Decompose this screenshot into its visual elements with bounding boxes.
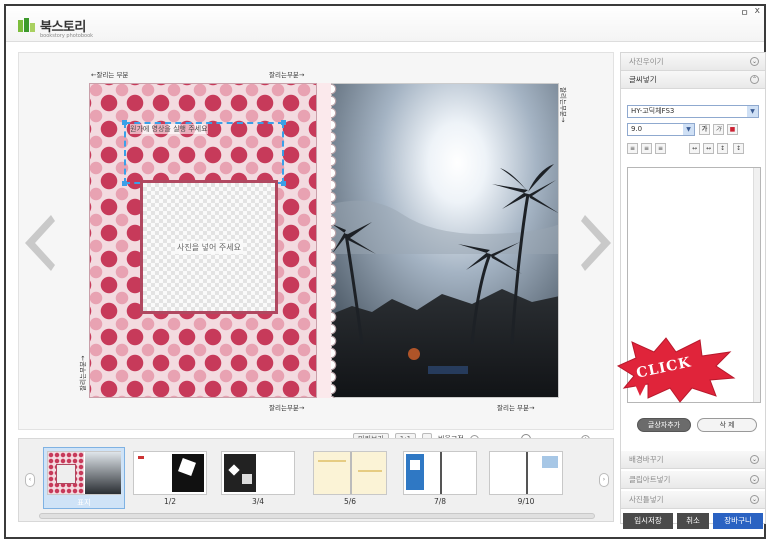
text-color-button[interactable]: ■: [727, 124, 738, 135]
delete-button[interactable]: 삭 제: [697, 418, 757, 432]
section-frame[interactable]: 사진틀넣기 ⌄: [621, 491, 765, 509]
thumbnail-label: 7/8: [433, 497, 447, 506]
line-height-increase-icon[interactable]: ↕: [733, 143, 744, 154]
section-label: 배경바꾸기: [629, 455, 664, 464]
right-page[interactable]: [331, 83, 559, 398]
logo-icon: [18, 17, 36, 34]
temp-save-button[interactable]: 임시저장: [623, 513, 673, 529]
section-label: 글씨넣기: [629, 75, 657, 84]
strip-prev-icon[interactable]: ‹: [25, 473, 35, 487]
thumbnail-label: 5/6: [343, 497, 357, 506]
expand-icon[interactable]: ⌄: [750, 57, 759, 66]
letter-spacing-increase-icon[interactable]: ↔: [703, 143, 714, 154]
section-label: 사진틀넣기: [629, 495, 664, 504]
cut-line-label: 잘리는부분→: [269, 404, 305, 412]
tool-panel: 사진우이기 ⌄ 글씨넣기 ⌃ HY-고딕체FS3 ▼ 9.0 ▼ 가 가 ■ ≡…: [620, 52, 766, 529]
bold-button[interactable]: 가: [699, 124, 710, 135]
thumbnail-strip: ‹ › 표지 1/2 3/4 5/6 7/8 9/10: [18, 438, 614, 522]
thumbnail-label: 9/10: [517, 497, 535, 506]
expand-icon[interactable]: ⌄: [750, 455, 759, 464]
text-box-hint: 원가에 영상을 실행 주세요: [130, 124, 208, 134]
cut-line-label: 잘리는부분→: [559, 87, 567, 123]
logo: 북스토리 bookstory photobook: [18, 16, 93, 39]
thumbnail-page-1-2[interactable]: [133, 451, 207, 495]
collapse-icon[interactable]: ⌃: [750, 75, 759, 84]
strip-next-icon[interactable]: ›: [599, 473, 609, 487]
section-label: 클립아트넣기: [629, 475, 671, 484]
letter-spacing-decrease-icon[interactable]: ↔: [689, 143, 700, 154]
editor-stage: ←잘리는 부분 잘리는부분→ 잘리는부분→ 잘리는 부분→ 잘리는부분→ 잘리는…: [18, 52, 614, 445]
thumbnail-scrollbar[interactable]: [39, 513, 595, 519]
page-scallop-edge: [331, 83, 339, 398]
cut-line-label: 잘리는부분→: [269, 71, 305, 79]
beach-photo: [332, 84, 558, 397]
expand-icon[interactable]: ⌄: [750, 495, 759, 504]
section-text-insert[interactable]: 글씨넣기 ⌃: [621, 71, 765, 89]
prev-page-icon[interactable]: [25, 213, 55, 273]
text-area-scrollbar[interactable]: [753, 168, 760, 402]
section-clipart[interactable]: 클립아트넣기 ⌄: [621, 471, 765, 489]
add-text-box-button[interactable]: 글상자추가: [637, 418, 691, 432]
italic-button[interactable]: 가: [713, 124, 724, 135]
font-size-value: 9.0: [631, 125, 643, 133]
font-select-value: HY-고딕체FS3: [631, 107, 675, 115]
app-window: 북스토리 bookstory photobook ㅁ x ←잘리는 부분 잘리는…: [4, 4, 766, 539]
photo-placeholder[interactable]: 사진을 넣어 주세요: [140, 180, 278, 314]
thumbnail-label: 1/2: [163, 497, 177, 506]
chevron-down-icon[interactable]: ▼: [683, 124, 694, 135]
click-callout: CLICK: [610, 336, 736, 406]
cart-button[interactable]: 장바구니: [713, 513, 763, 529]
cut-line-label: 잘리는부분→: [79, 355, 87, 391]
align-left-icon[interactable]: ≡: [627, 143, 638, 154]
thumbnail-label: 3/4: [251, 497, 265, 506]
next-page-icon[interactable]: [581, 213, 611, 273]
photo-placeholder-label: 사진을 넣어 주세요: [175, 240, 243, 254]
cancel-button[interactable]: 취소: [677, 513, 709, 529]
thumbnail-label: 표지: [77, 498, 91, 507]
align-right-icon[interactable]: ≡: [655, 143, 666, 154]
section-label: 사진우이기: [629, 57, 664, 66]
section-photo-insert[interactable]: 사진우이기 ⌄: [621, 53, 765, 71]
font-select[interactable]: HY-고딕체FS3 ▼: [627, 105, 759, 118]
font-size-select[interactable]: 9.0 ▼: [627, 123, 695, 136]
close-button[interactable]: x: [755, 6, 760, 19]
thumbnail-cover[interactable]: [47, 451, 121, 495]
left-page[interactable]: 원가에 영상을 실행 주세요 사진을 넣어 주세요: [89, 83, 317, 398]
page-spine: [317, 83, 331, 398]
thumbnail-page-7-8[interactable]: [403, 451, 477, 495]
logo-subtitle: bookstory photobook: [40, 33, 94, 39]
thumbnail-page-9-10[interactable]: [489, 451, 563, 495]
title-bar: 북스토리 bookstory photobook ㅁ x: [6, 6, 764, 42]
thumbnail-page-5-6[interactable]: [313, 451, 387, 495]
chevron-down-icon[interactable]: ▼: [747, 106, 758, 117]
thumbnail-page-3-4[interactable]: [221, 451, 295, 495]
align-center-icon[interactable]: ≡: [641, 143, 652, 154]
minimize-button[interactable]: ㅁ: [740, 6, 748, 19]
cut-line-label: 잘리는 부분→: [497, 404, 535, 412]
cut-line-label: ←잘리는 부분: [91, 71, 129, 79]
expand-icon[interactable]: ⌄: [750, 475, 759, 484]
line-height-decrease-icon[interactable]: ↕: [717, 143, 728, 154]
section-background[interactable]: 배경바꾸기 ⌄: [621, 451, 765, 469]
